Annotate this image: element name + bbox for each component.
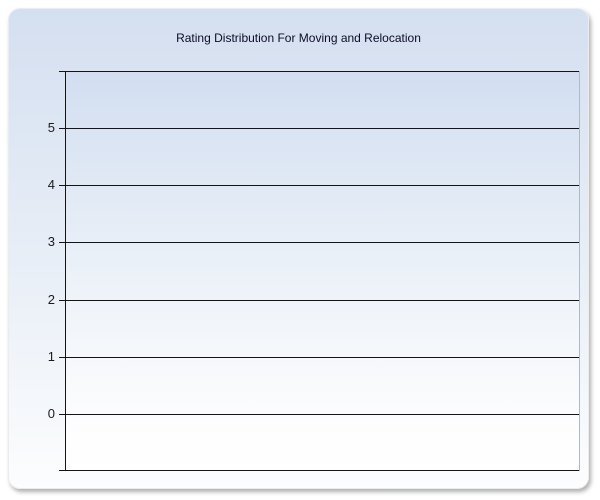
gridline <box>59 414 579 415</box>
gridline <box>59 128 579 129</box>
gridline <box>59 242 579 243</box>
gridline <box>59 357 579 358</box>
gridline <box>59 300 579 301</box>
y-tick-label: 5 <box>27 120 55 136</box>
y-axis-line <box>65 71 66 471</box>
y-tick-label: 3 <box>27 234 55 250</box>
y-tick-label: 2 <box>27 292 55 308</box>
gridline <box>59 185 579 186</box>
gridline <box>59 470 579 471</box>
y-tick-label: 0 <box>27 406 55 422</box>
chart-panel: Rating Distribution For Moving and Reloc… <box>8 8 589 489</box>
gridline <box>59 71 579 72</box>
y-tick-label: 4 <box>27 177 55 193</box>
y-tick-label: 1 <box>27 349 55 365</box>
plot-area: 543210 <box>65 71 580 471</box>
chart-title: Rating Distribution For Moving and Reloc… <box>9 31 588 46</box>
